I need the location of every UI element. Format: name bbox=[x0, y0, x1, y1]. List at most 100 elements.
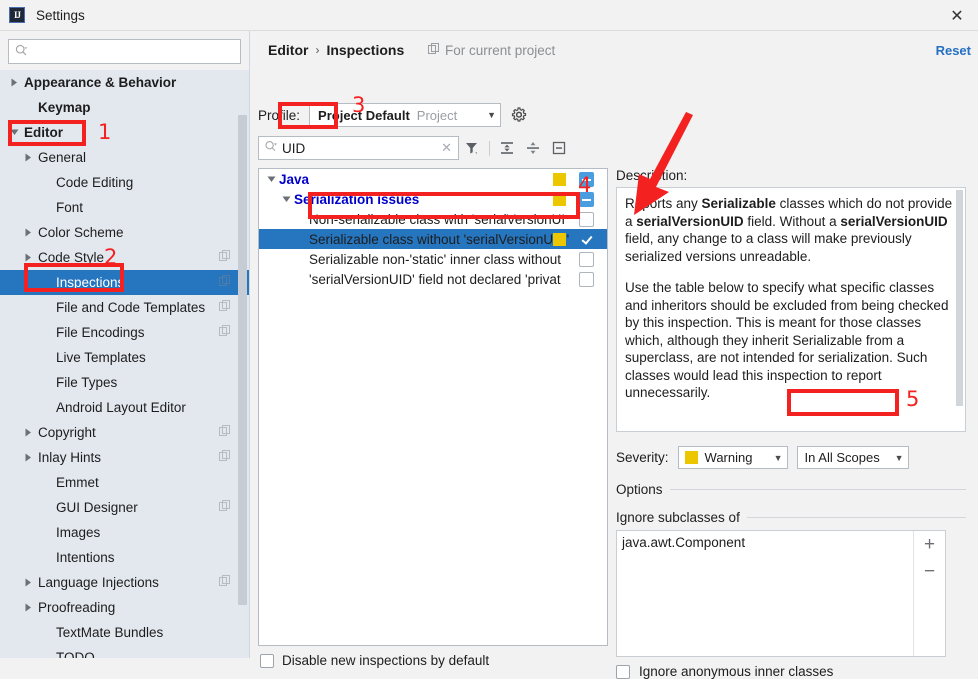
sidebar-item-language-injections[interactable]: Language Injections bbox=[0, 570, 249, 595]
desc-p1-b1: Serializable bbox=[701, 196, 776, 211]
sidebar-item-copyright[interactable]: Copyright bbox=[0, 420, 249, 445]
description-box: Reports any Serializable classes which d… bbox=[616, 187, 966, 432]
copy-icon[interactable] bbox=[219, 575, 231, 590]
sidebar-item-inlay-hints[interactable]: Inlay Hints bbox=[0, 445, 249, 470]
chevron-right-icon[interactable] bbox=[22, 453, 35, 462]
clear-icon[interactable]: ✕ bbox=[439, 140, 454, 156]
ignore-subclasses-divider bbox=[746, 517, 966, 518]
chevron-right-icon[interactable] bbox=[22, 578, 35, 587]
chevron-down-icon[interactable] bbox=[8, 128, 21, 137]
profile-value: Project Default bbox=[318, 107, 410, 123]
collapse-all-icon[interactable] bbox=[520, 136, 546, 160]
severity-dropdown[interactable]: Warning ▼ bbox=[677, 446, 788, 469]
inspection-enabled-checkbox[interactable] bbox=[579, 232, 594, 247]
search-dropdown-icon[interactable] bbox=[265, 140, 278, 156]
copy-icon[interactable] bbox=[219, 425, 231, 440]
add-button[interactable]: + bbox=[924, 535, 935, 554]
filter-icon[interactable] bbox=[459, 136, 485, 160]
ignore-anonymous-row[interactable]: Ignore anonymous inner classes bbox=[616, 664, 978, 679]
sidebar-item-live-templates[interactable]: Live Templates bbox=[0, 345, 249, 370]
copy-icon[interactable] bbox=[219, 300, 231, 315]
sidebar-item-android-layout-editor[interactable]: Android Layout Editor bbox=[0, 395, 249, 420]
disable-new-inspections-checkbox[interactable] bbox=[260, 653, 274, 668]
copy-icon[interactable] bbox=[219, 325, 231, 340]
sidebar-item-inspections[interactable]: Inspections bbox=[0, 270, 249, 295]
filter-value: UID bbox=[282, 140, 306, 156]
sidebar-item-appearance-behavior[interactable]: Appearance & Behavior bbox=[0, 70, 249, 95]
sidebar-item-code-style[interactable]: Code Style bbox=[0, 245, 249, 270]
sidebar-item-emmet[interactable]: Emmet bbox=[0, 470, 249, 495]
inspection-enabled-checkbox[interactable] bbox=[579, 192, 594, 207]
inspection-row[interactable]: 'serialVersionUID' field not declared 'p… bbox=[259, 269, 607, 289]
breadcrumb-inspections[interactable]: Inspections bbox=[326, 42, 404, 58]
sidebar-item-file-encodings[interactable]: File Encodings bbox=[0, 320, 249, 345]
inspection-enabled-checkbox[interactable] bbox=[579, 252, 594, 267]
gear-icon[interactable] bbox=[510, 106, 528, 124]
inspection-enabled-checkbox[interactable] bbox=[579, 172, 594, 187]
settings-sidebar: Appearance & Behavior Keymap Editor General… bbox=[0, 31, 250, 658]
sidebar-item-label: Color Scheme bbox=[38, 225, 124, 240]
breadcrumb-editor[interactable]: Editor bbox=[268, 42, 308, 58]
chevron-right-icon[interactable] bbox=[22, 428, 35, 437]
copy-icon[interactable] bbox=[219, 275, 231, 290]
reset-link[interactable]: Reset bbox=[936, 43, 971, 58]
sidebar-item-label: Intentions bbox=[56, 550, 115, 565]
ignore-subclasses-list[interactable]: java.awt.Component + − bbox=[616, 530, 946, 657]
group-by-icon[interactable] bbox=[546, 136, 572, 160]
sidebar-tree[interactable]: Appearance & Behavior Keymap Editor General… bbox=[0, 70, 249, 658]
chevron-right-icon[interactable] bbox=[22, 153, 35, 162]
ignore-subclasses-header: Ignore subclasses of bbox=[616, 510, 966, 525]
sidebar-item-gui-designer[interactable]: GUI Designer bbox=[0, 495, 249, 520]
sidebar-item-label: Appearance & Behavior bbox=[24, 75, 177, 90]
sidebar-item-label: Live Templates bbox=[56, 350, 146, 365]
chevron-down-icon[interactable] bbox=[263, 176, 279, 183]
inspection-row[interactable]: Serialization issues bbox=[259, 189, 607, 209]
copy-icon[interactable] bbox=[219, 500, 231, 515]
profile-dropdown[interactable]: Project Default Project ▼ bbox=[309, 103, 502, 127]
sidebar-scrollbar[interactable] bbox=[238, 115, 247, 605]
inspection-label: Serialization issues bbox=[294, 191, 420, 207]
inspection-row[interactable]: Java bbox=[259, 169, 607, 189]
sidebar-item-file-types[interactable]: File Types bbox=[0, 370, 249, 395]
sidebar-item-proofreading[interactable]: Proofreading bbox=[0, 595, 249, 620]
sidebar-item-textmate-bundles[interactable]: TextMate Bundles bbox=[0, 620, 249, 645]
sidebar-item-color-scheme[interactable]: Color Scheme bbox=[0, 220, 249, 245]
inspection-row[interactable]: Serializable non-'static' inner class wi… bbox=[259, 249, 607, 269]
chevron-down-icon[interactable] bbox=[278, 196, 294, 203]
sidebar-item-editor[interactable]: Editor bbox=[0, 120, 249, 145]
severity-chip bbox=[553, 233, 566, 246]
inspection-row[interactable]: Non-serializable class with 'serialVersi… bbox=[259, 209, 607, 229]
copy-icon[interactable] bbox=[219, 450, 231, 465]
sidebar-item-images[interactable]: Images bbox=[0, 520, 249, 545]
chevron-right-icon[interactable] bbox=[8, 78, 21, 87]
desc-p1-pre: Reports any bbox=[625, 196, 702, 211]
sidebar-item-todo[interactable]: TODO bbox=[0, 645, 249, 658]
inspection-enabled-checkbox[interactable] bbox=[579, 272, 594, 287]
sidebar-item-label: Copyright bbox=[38, 425, 96, 440]
sidebar-item-code-editing[interactable]: Code Editing bbox=[0, 170, 249, 195]
inspection-filter-field[interactable]: UID ✕ bbox=[258, 136, 459, 160]
search-input[interactable] bbox=[32, 43, 240, 60]
sidebar-item-file-and-code-templates[interactable]: File and Code Templates bbox=[0, 295, 249, 320]
description-scrollbar[interactable] bbox=[956, 190, 963, 406]
inspection-row[interactable]: Serializable class without 'serialVersio… bbox=[259, 229, 607, 249]
search-box[interactable] bbox=[8, 39, 241, 64]
sidebar-item-intentions[interactable]: Intentions bbox=[0, 545, 249, 570]
inspection-enabled-checkbox[interactable] bbox=[579, 212, 594, 227]
inspections-tree[interactable]: Java Serialization issues Non-serializable… bbox=[258, 168, 608, 646]
ignore-anonymous-checkbox[interactable] bbox=[616, 664, 630, 679]
chevron-right-icon[interactable] bbox=[22, 253, 35, 262]
close-icon[interactable]: ✕ bbox=[948, 7, 966, 25]
copy-icon[interactable] bbox=[219, 250, 231, 265]
sidebar-item-keymap[interactable]: Keymap bbox=[0, 95, 249, 120]
disable-new-inspections-row[interactable]: Disable new inspections by default bbox=[260, 653, 489, 668]
chevron-right-icon[interactable] bbox=[22, 228, 35, 237]
chevron-right-icon[interactable] bbox=[22, 603, 35, 612]
list-item[interactable]: java.awt.Component bbox=[622, 535, 913, 550]
expand-all-icon[interactable] bbox=[494, 136, 520, 160]
remove-button[interactable]: − bbox=[924, 562, 935, 581]
scope-dropdown[interactable]: In All Scopes ▼ bbox=[796, 446, 909, 469]
sidebar-item-general[interactable]: General bbox=[0, 145, 249, 170]
ignore-subclasses-items[interactable]: java.awt.Component bbox=[617, 531, 913, 656]
sidebar-item-font[interactable]: Font bbox=[0, 195, 249, 220]
